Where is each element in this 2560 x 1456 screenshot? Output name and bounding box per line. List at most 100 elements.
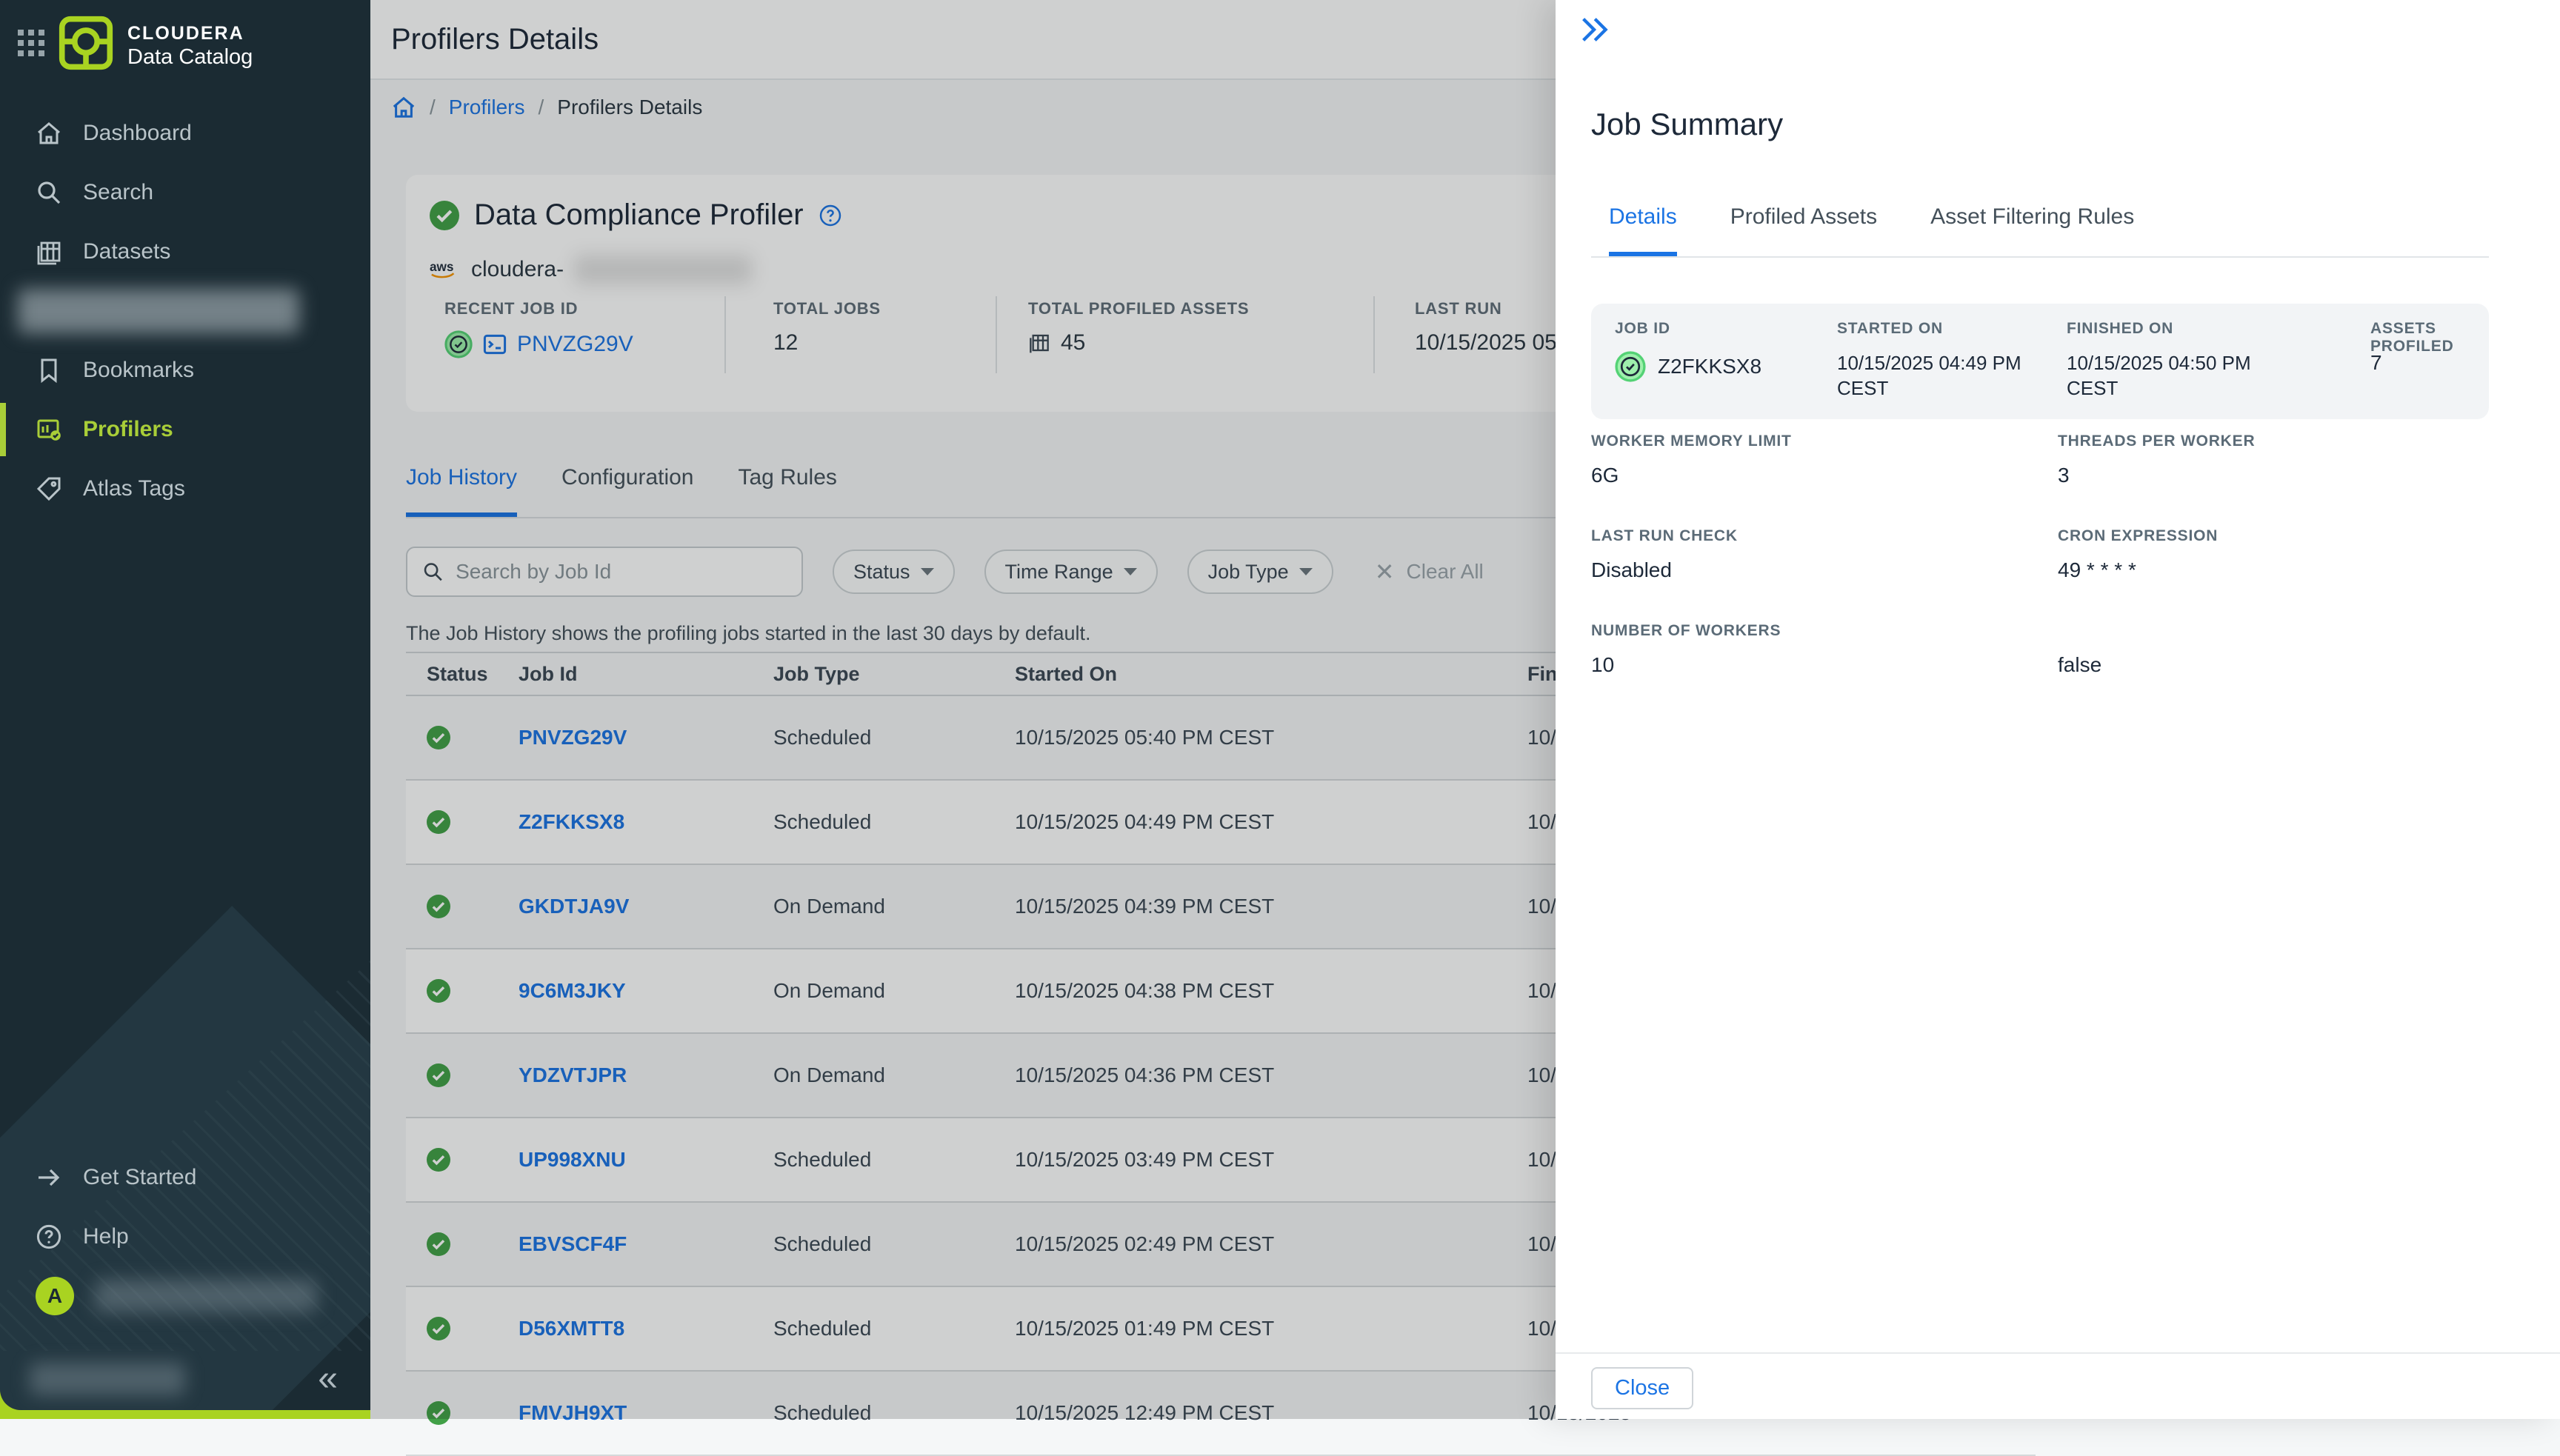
job-type-cell: Scheduled [773, 810, 1015, 834]
assets-table-icon [1028, 332, 1050, 354]
question-circle-icon [36, 1223, 62, 1250]
datasets-icon [36, 238, 62, 265]
home-icon [36, 120, 62, 147]
drawer-tab-profiled-assets[interactable]: Profiled Assets [1730, 204, 1877, 256]
job-id-link[interactable]: GKDTJA9V [519, 895, 773, 918]
tab-configuration[interactable]: Configuration [561, 465, 693, 517]
recent-job-link[interactable]: PNVZG29V [517, 332, 633, 357]
chevron-down-icon [1299, 568, 1313, 575]
product-name: Data Catalog [127, 44, 253, 70]
tab-tag-rules[interactable]: Tag Rules [739, 465, 837, 517]
started-on-cell: 10/15/2025 05:40 PM CEST [1015, 726, 1527, 749]
success-check-icon [427, 1148, 450, 1172]
job-id-link[interactable]: EBVSCF4F [519, 1232, 773, 1256]
sidebar-footer-row: « [0, 1360, 370, 1404]
job-id-link[interactable]: UP998XNU [519, 1148, 773, 1172]
started-on-cell: 10/15/2025 04:39 PM CEST [1015, 895, 1527, 918]
close-icon: ✕ [1375, 561, 1395, 582]
sidebar-item-atlas-tags[interactable]: Atlas Tags [0, 459, 370, 518]
job-type-cell: Scheduled [773, 1148, 1015, 1172]
footer-text-redacted [30, 1363, 185, 1395]
sidebar-item-dashboard[interactable]: Dashboard [0, 104, 370, 163]
breadcrumb-home-icon[interactable] [391, 95, 416, 120]
brand-name: CLOUDERA [127, 22, 253, 44]
sidebar-item-help[interactable]: Help [0, 1207, 370, 1266]
arrow-right-icon [36, 1164, 62, 1191]
job-id-link[interactable]: PNVZG29V [519, 726, 773, 749]
sidebar-nav: Dashboard Search Datasets Bookmarks Prof… [0, 104, 370, 518]
user-name-redacted [95, 1280, 317, 1312]
summary-job-id: JOB ID Z2FKKSX8 [1615, 320, 1837, 401]
filter-pill[interactable]: Status [833, 550, 955, 594]
detail-field: false [2058, 622, 2524, 677]
stat-divider [996, 296, 997, 373]
stat-divider [724, 296, 726, 373]
job-id-link[interactable]: D56XMTT8 [519, 1317, 773, 1340]
breadcrumb-link-profilers[interactable]: Profilers [449, 96, 525, 119]
job-id-link[interactable]: FMVJH9XT [519, 1401, 773, 1425]
chevron-down-icon [921, 568, 934, 575]
drawer-tab-asset-filtering-rules[interactable]: Asset Filtering Rules [1930, 204, 2134, 256]
filter-pill[interactable]: Job Type [1187, 550, 1333, 594]
cluster-name-redacted [574, 255, 752, 284]
success-check-icon [427, 979, 450, 1003]
row-status [406, 1148, 519, 1172]
page-title: Profilers Details [391, 23, 599, 56]
clear-all-button[interactable]: ✕ Clear All [1375, 560, 1484, 584]
sidebar-item-profilers[interactable]: Profilers [0, 400, 370, 459]
app-grid-icon[interactable] [18, 30, 44, 62]
cluster-prefix: cloudera- [471, 257, 564, 282]
sidebar-item-get-started[interactable]: Get Started [0, 1148, 370, 1207]
detail-field: CRON EXPRESSION 49 * * * * [2058, 527, 2524, 582]
sidebar-item-datasets[interactable]: Datasets [0, 222, 370, 281]
row-status [406, 810, 519, 834]
brand-header: CLOUDERA Data Catalog [18, 15, 253, 77]
sidebar-item-redacted[interactable] [0, 281, 370, 341]
col-status: Status [406, 663, 519, 686]
cluster-row: aws cloudera- [430, 255, 752, 284]
success-check-icon [427, 1232, 450, 1256]
svg-text:aws: aws [430, 259, 453, 274]
collapse-sidebar-icon[interactable]: « [318, 1360, 338, 1398]
sidebar-item-search[interactable]: Search [0, 163, 370, 222]
sidebar-bottom: Get Started Help A [0, 1148, 370, 1326]
avatar[interactable]: A [36, 1277, 74, 1315]
search-input[interactable] [456, 560, 787, 584]
stat-total-jobs: TOTAL JOBS 12 [773, 299, 881, 355]
stat-recent-job: RECENT JOB ID PNVZG29V [444, 299, 633, 358]
cloudera-logo-icon [58, 15, 114, 77]
sidebar-item-bookmarks[interactable]: Bookmarks [0, 341, 370, 400]
job-detail-fields: WORKER MEMORY LIMIT 6G THREADS PER WORKE… [1591, 433, 2524, 677]
row-status [406, 979, 519, 1003]
summary-finished-on: FINISHED ON 10/15/2025 04:50 PM CEST [2067, 320, 2370, 401]
sidebar-body: CLOUDERA Data Catalog Dashboard Search D… [0, 0, 370, 1410]
sidebar-user-row[interactable]: A [0, 1266, 370, 1326]
detail-field: NUMBER OF WORKERS 10 [1591, 622, 2058, 677]
started-on-cell: 10/15/2025 04:36 PM CEST [1015, 1063, 1527, 1087]
job-terminal-icon [483, 333, 507, 356]
help-icon[interactable] [819, 204, 842, 227]
row-status [406, 1317, 519, 1340]
job-id-link[interactable]: YDZVTJPR [519, 1063, 773, 1087]
success-check-icon [427, 1063, 450, 1087]
job-id-link[interactable]: Z2FKKSX8 [519, 810, 773, 834]
breadcrumb: / Profilers / Profilers Details [391, 95, 702, 120]
expand-drawer-icon[interactable] [1576, 12, 1612, 53]
drawer-tab-details[interactable]: Details [1609, 204, 1677, 256]
job-id-link[interactable]: 9C6M3JKY [519, 979, 773, 1003]
close-button[interactable]: Close [1591, 1367, 1693, 1409]
started-on-cell: 10/15/2025 03:49 PM CEST [1015, 1148, 1527, 1172]
filter-row: Status Time Range Job Type ✕ Clear All [406, 547, 1484, 597]
success-check-icon [430, 201, 459, 230]
started-on-cell: 10/15/2025 04:38 PM CEST [1015, 979, 1527, 1003]
job-type-cell: Scheduled [773, 726, 1015, 749]
brand-text: CLOUDERA Data Catalog [127, 22, 253, 70]
tab-job-history[interactable]: Job History [406, 465, 517, 517]
summary-assets-profiled: ASSETS PROFILED 7 [2370, 320, 2465, 401]
aws-icon: aws [430, 259, 461, 280]
job-type-cell: Scheduled [773, 1232, 1015, 1256]
filter-pill[interactable]: Time Range [984, 550, 1158, 594]
breadcrumb-separator: / [538, 96, 544, 119]
drawer-footer: Close [1556, 1352, 2560, 1354]
job-summary-drawer: Job Summary Details Profiled Assets Asse… [1556, 0, 2560, 1419]
